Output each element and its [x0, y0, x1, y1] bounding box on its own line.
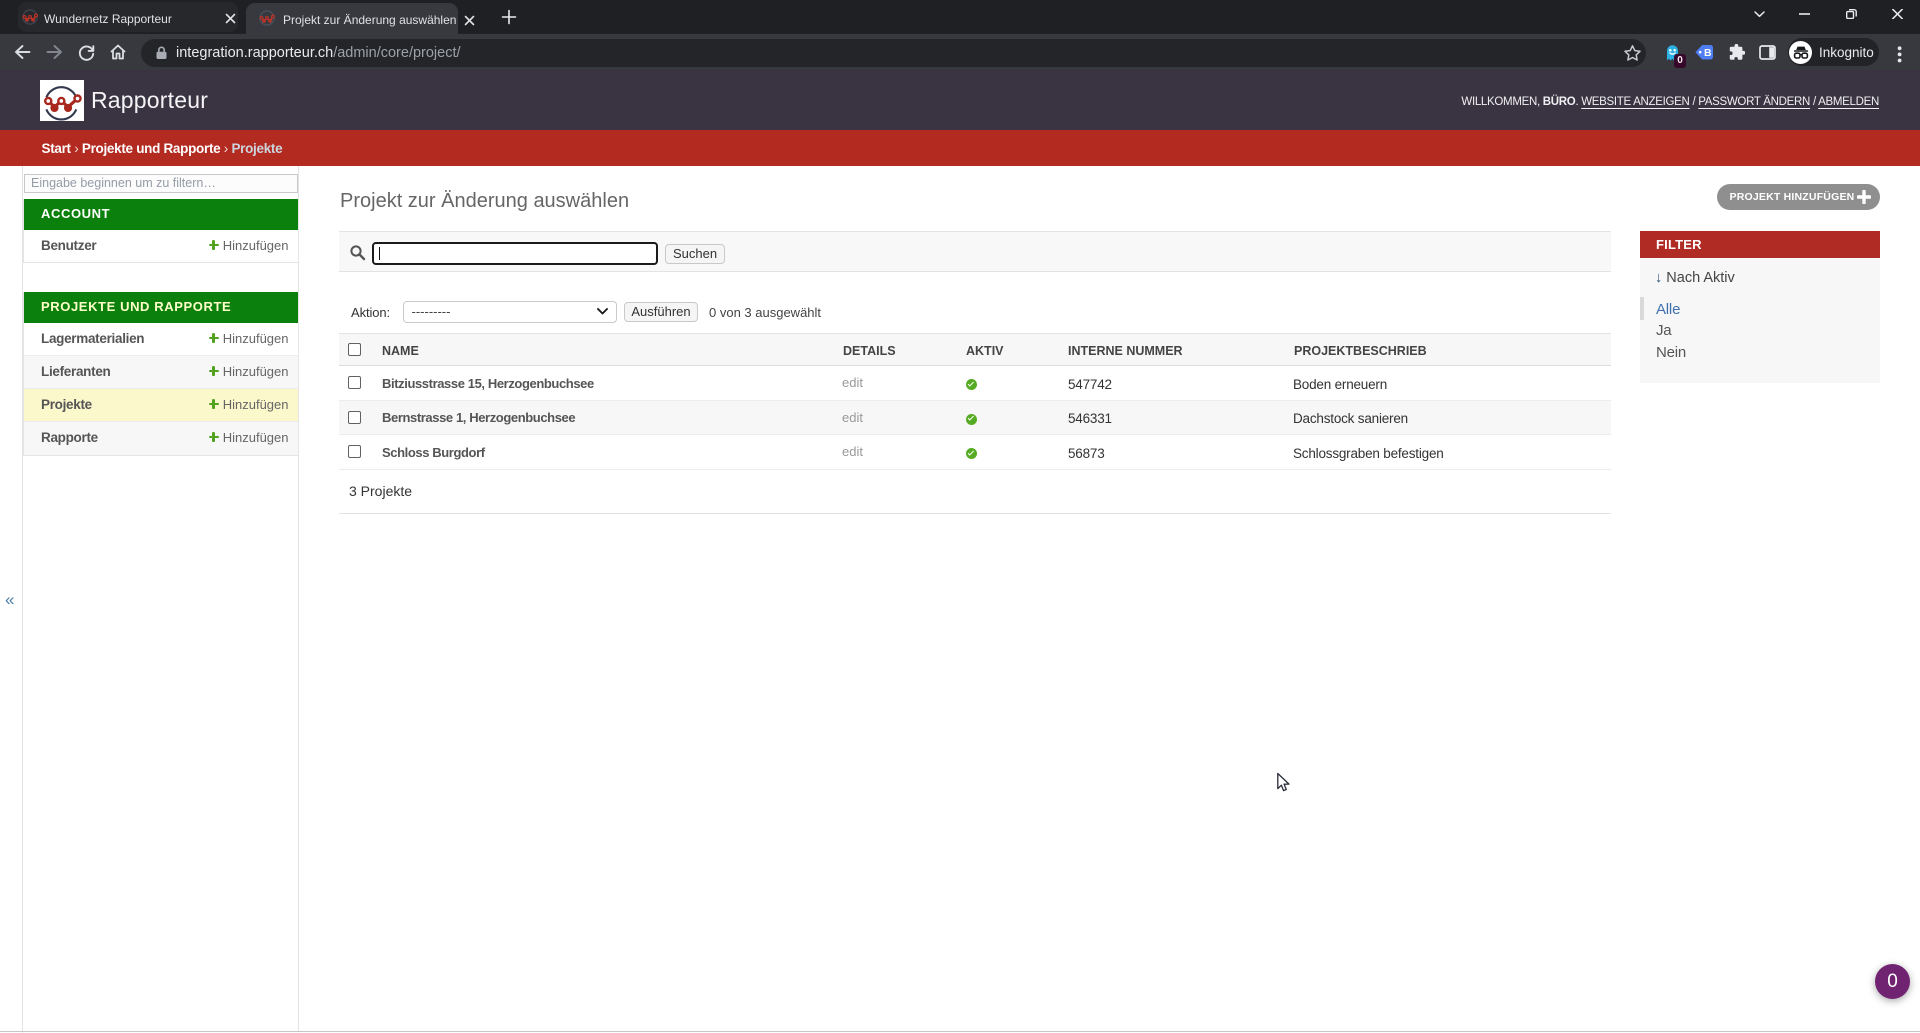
svg-text:B: B: [1704, 47, 1712, 59]
